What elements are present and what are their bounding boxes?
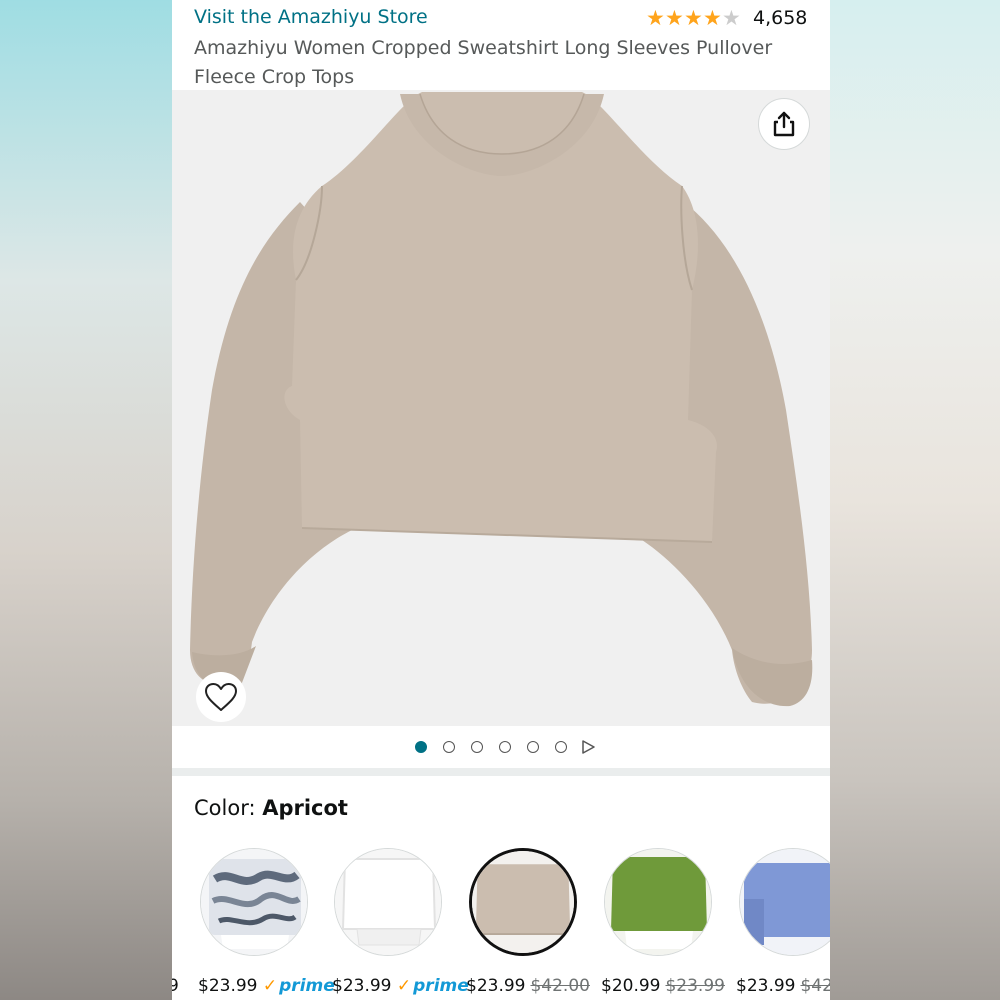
prime-badge: prime (413, 976, 469, 996)
swatch-image (605, 849, 711, 955)
image-pagination (172, 726, 830, 768)
product-page: Visit the Amazhiyu Store ★ ★ ★ ★ ★ 4,658… (172, 0, 830, 1000)
star-icon: ★ (665, 6, 684, 30)
price-value: $23.99 (198, 976, 258, 996)
swatch-blue[interactable] (739, 848, 830, 956)
swatch-apricot[interactable] (469, 848, 577, 956)
play-video-icon[interactable] (581, 740, 595, 754)
list-price: $23.99 (665, 976, 725, 996)
background-left (0, 0, 172, 1000)
share-icon (773, 111, 795, 137)
swatch-green[interactable] (604, 848, 712, 956)
star-icon: ★ (703, 6, 722, 30)
star-icon: ★ (646, 6, 665, 30)
pagination-dot[interactable] (443, 741, 455, 753)
swatch-image (201, 849, 307, 955)
background-right (830, 0, 1000, 1000)
pagination-dot[interactable] (499, 741, 511, 753)
product-header: Visit the Amazhiyu Store ★ ★ ★ ★ ★ 4,658… (172, 0, 830, 90)
prime-badge: prime (279, 976, 335, 996)
swatch-tie-dye[interactable] (200, 848, 308, 956)
swatch-white[interactable] (334, 848, 442, 956)
prime-check-icon: ✓ (396, 976, 412, 996)
price-value: $23.99 (332, 976, 392, 996)
list-price: $42 (800, 976, 830, 996)
product-image (190, 92, 813, 707)
rating-count[interactable]: 4,658 (753, 7, 807, 29)
color-label-prefix: Color: (194, 796, 263, 820)
pagination-dot[interactable] (415, 741, 427, 753)
pagination-dot[interactable] (527, 741, 539, 753)
wishlist-button[interactable] (196, 672, 246, 722)
price-value: $23.99 (466, 976, 526, 996)
swatch-price: $23.99 $42.00 (466, 976, 590, 996)
price-value: $23.99 (736, 976, 796, 996)
product-title: Amazhiyu Women Cropped Sweatshirt Long S… (194, 37, 773, 88)
store-link[interactable]: Visit the Amazhiyu Store (194, 6, 428, 28)
offscreen-price-fragment: 9 (172, 976, 179, 996)
section-divider (172, 768, 830, 776)
swatch-price: $23.99 $42 (736, 976, 830, 996)
swatch-price: $20.99 $23.99 (601, 976, 725, 996)
star-rating: ★ ★ ★ ★ ★ (646, 7, 741, 29)
swatch-image (472, 851, 574, 953)
pagination-dot[interactable] (555, 741, 567, 753)
swatch-image (335, 849, 441, 955)
list-price: $42.00 (530, 976, 590, 996)
selected-color-name: Apricot (262, 796, 348, 820)
color-selection-label: Color: Apricot (194, 796, 348, 820)
color-swatches: 9 $23.99 ✓ prime $23.99 ✓ prime $23.99 $… (172, 840, 830, 1000)
rating[interactable]: ★ ★ ★ ★ ★ 4,658 (646, 6, 807, 30)
heart-icon (205, 683, 237, 711)
share-button[interactable] (758, 98, 810, 150)
star-icon: ★ (684, 6, 703, 30)
star-empty-icon: ★ (722, 6, 741, 30)
price-value: $20.99 (601, 976, 661, 996)
swatch-price: $23.99 ✓ prime (332, 976, 469, 996)
pagination-dot[interactable] (471, 741, 483, 753)
swatch-price: $23.99 ✓ prime (198, 976, 335, 996)
product-image-gallery[interactable] (172, 90, 830, 726)
prime-check-icon: ✓ (262, 976, 278, 996)
swatch-image (740, 849, 830, 955)
